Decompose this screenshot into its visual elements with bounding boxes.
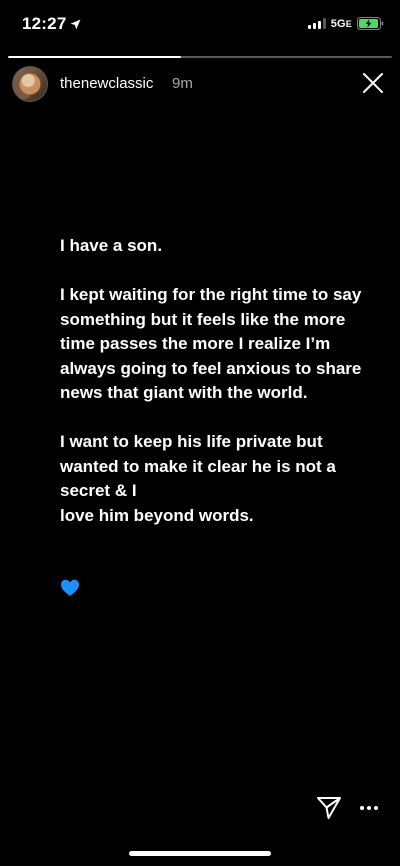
- network-type: 5GE: [330, 17, 352, 30]
- home-indicator[interactable]: [129, 851, 271, 856]
- send-icon[interactable]: [316, 795, 342, 821]
- story-header: thenewclassic 9m: [12, 66, 388, 102]
- status-time-group: 12:27: [22, 14, 81, 34]
- blue-heart-icon: [60, 578, 80, 598]
- story-progress-bar: [8, 56, 392, 58]
- location-arrow-icon: [70, 19, 81, 30]
- status-indicators: 5GE: [307, 17, 384, 30]
- story-progress-fill: [8, 56, 181, 58]
- story-username[interactable]: thenewclassic: [60, 75, 153, 92]
- more-icon[interactable]: [358, 798, 380, 818]
- cellular-signal-icon: [307, 18, 326, 29]
- status-bar: 12:27 5GE: [0, 0, 400, 48]
- story-text: I have a son. I kept waiting for the rig…: [60, 236, 362, 525]
- story-time-ago: 9m: [172, 75, 193, 92]
- battery-icon: [357, 17, 384, 30]
- status-time: 12:27: [22, 14, 67, 33]
- close-icon[interactable]: [362, 72, 384, 94]
- avatar[interactable]: [12, 66, 48, 102]
